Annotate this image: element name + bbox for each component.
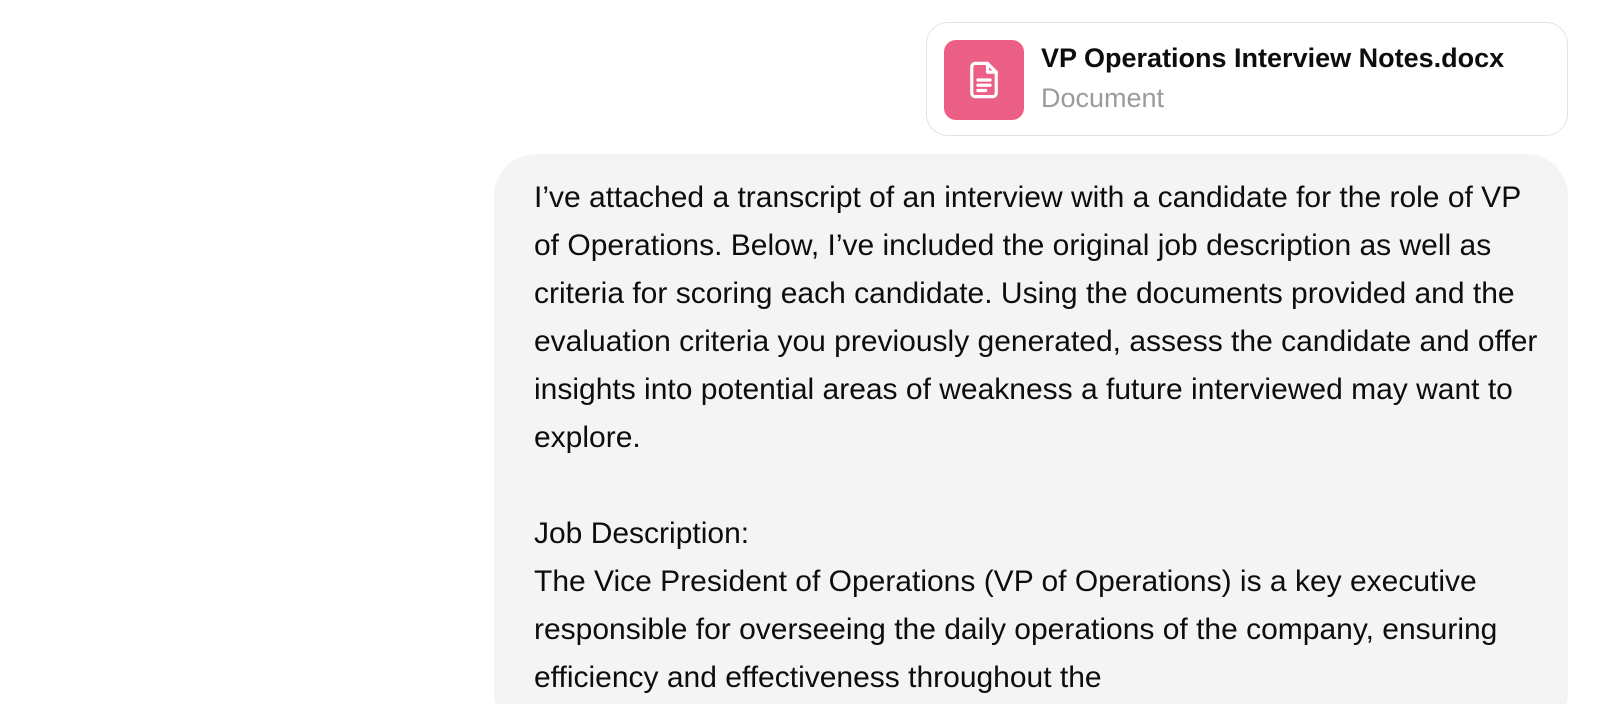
document-icon — [944, 40, 1024, 120]
job-description-body: The Vice President of Operations (VP of … — [534, 565, 1498, 694]
user-message-bubble: I’ve attached a transcript of an intervi… — [494, 154, 1568, 704]
chat-view: VP Operations Interview Notes.docx Docum… — [0, 0, 1614, 704]
attachment-file-name: VP Operations Interview Notes.docx — [1041, 43, 1505, 73]
attachment-file-type: Document — [1041, 83, 1165, 113]
user-message-text: I’ve attached a transcript of an intervi… — [534, 174, 1537, 702]
job-description-heading: Job Description: — [534, 517, 750, 550]
file-attachment-card[interactable]: VP Operations Interview Notes.docx Docum… — [926, 22, 1568, 136]
message-intro: I’ve attached a transcript of an intervi… — [534, 181, 1538, 454]
